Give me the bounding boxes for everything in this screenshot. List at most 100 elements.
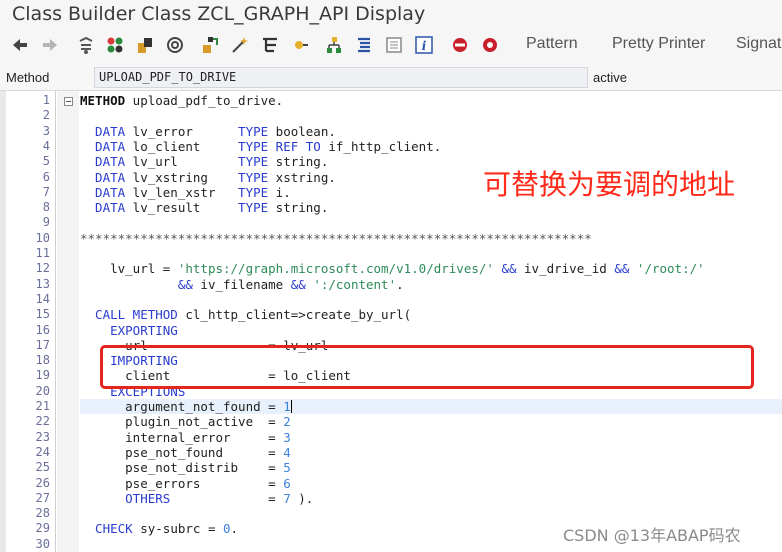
- signature-button[interactable]: Signat: [736, 35, 781, 53]
- code-line[interactable]: 27 OTHERS = 7 ).: [0, 491, 782, 506]
- code-line[interactable]: 22 plugin_not_active = 2: [0, 414, 782, 429]
- code-token: 3: [283, 429, 291, 445]
- line-number: 8: [42, 200, 50, 215]
- hierarchy-icon[interactable]: [324, 35, 344, 55]
- other-object-icon[interactable]: [76, 35, 96, 55]
- code-token: TYPE: [238, 123, 269, 139]
- url-highlight-box: [100, 345, 754, 389]
- code-token: iv_drive_id: [516, 261, 615, 277]
- code-line[interactable]: 28: [0, 506, 782, 521]
- code-token: argument_not_found =: [80, 399, 284, 414]
- code-token: &&: [493, 261, 517, 277]
- where-used-icon[interactable]: [260, 35, 280, 55]
- pattern-button[interactable]: Pattern: [526, 35, 578, 53]
- code-line[interactable]: 24 pse_not_found = 4: [0, 445, 782, 460]
- code-text: DATA lv_url TYPE string.: [80, 154, 328, 169]
- code-token: 'https://graph.microsoft.com/v1.0/drives…: [177, 261, 494, 277]
- line-number: 30: [35, 536, 50, 551]
- line-number: 9: [42, 215, 50, 230]
- code-line[interactable]: 25 pse_not_distrib = 5: [0, 460, 782, 475]
- code-token: boolean.: [268, 123, 336, 139]
- code-token: lv_url: [125, 154, 239, 170]
- code-line[interactable]: 12 lv_url = 'https://graph.microsoft.com…: [0, 261, 782, 276]
- method-label: Method: [6, 70, 50, 85]
- method-name-field[interactable]: UPLOAD_PDF_TO_DRIVE: [94, 67, 588, 88]
- code-token: pse_not_found =: [80, 444, 284, 460]
- document-icon[interactable]: [384, 35, 404, 55]
- code-line[interactable]: 16 EXPORTING: [0, 323, 782, 338]
- code-token: xstring.: [268, 169, 336, 185]
- settings-icon[interactable]: [480, 35, 500, 55]
- code-token: .: [396, 276, 404, 292]
- code-line[interactable]: 10 **************************************…: [0, 231, 782, 246]
- code-line[interactable]: 11: [0, 246, 782, 261]
- code-token: TYPE: [238, 154, 269, 170]
- back-arrow-icon[interactable]: [10, 35, 30, 55]
- line-number: 21: [35, 399, 50, 413]
- code-line[interactable]: 2: [0, 108, 782, 123]
- code-token: sy-subrc =: [132, 521, 223, 537]
- line-number: 13: [35, 276, 50, 291]
- line-number: 7: [42, 184, 50, 199]
- info-icon[interactable]: i: [414, 35, 434, 55]
- code-token: lv_xstring: [125, 169, 239, 185]
- code-text: internal_error = 3: [80, 430, 291, 445]
- code-text: DATA lv_error TYPE boolean.: [80, 124, 336, 139]
- line-number: 3: [42, 123, 50, 138]
- code-text: pse_errors = 6: [80, 476, 291, 491]
- line-number: 6: [42, 169, 50, 184]
- code-line[interactable]: 13 && iv_filename && ':/content'.: [0, 277, 782, 292]
- code-line[interactable]: 26 pse_errors = 6: [0, 476, 782, 491]
- object-list-icon[interactable]: [200, 35, 220, 55]
- code-token: ****************************************…: [80, 230, 592, 246]
- navigation-icon[interactable]: [290, 35, 310, 55]
- code-token: upload_pdf_to_drive.: [125, 93, 284, 108]
- code-text: DATA lv_result TYPE string.: [80, 200, 328, 215]
- code-token: TYPE REF TO: [238, 138, 321, 154]
- magic-wand-icon[interactable]: [230, 35, 250, 55]
- code-line[interactable]: 3 DATA lv_error TYPE boolean.: [0, 124, 782, 139]
- line-number: 19: [35, 368, 50, 383]
- list-icon[interactable]: [354, 35, 374, 55]
- check-icon[interactable]: [135, 35, 155, 55]
- activate-icon[interactable]: [105, 35, 125, 55]
- code-text: OTHERS = 7 ).: [80, 491, 313, 506]
- display-change-icon[interactable]: [165, 35, 185, 55]
- code-token: lo_client: [125, 138, 239, 154]
- code-line[interactable]: 4 DATA lo_client TYPE REF TO if_http_cli…: [0, 139, 782, 154]
- code-token: EXPORTING: [80, 322, 178, 338]
- method-bar: Method UPLOAD_PDF_TO_DRIVE active: [0, 62, 782, 90]
- code-token: DATA: [80, 169, 126, 185]
- forward-arrow-icon[interactable]: [40, 35, 60, 55]
- code-token: lv_url =: [80, 261, 178, 277]
- line-number: 22: [35, 414, 50, 429]
- code-text: METHOD upload_pdf_to_drive.: [80, 93, 283, 108]
- code-token: CALL METHOD: [80, 307, 178, 323]
- code-line[interactable]: 14: [0, 292, 782, 307]
- code-token: CHECK: [80, 521, 133, 537]
- code-text: DATA lo_client TYPE REF TO if_http_clien…: [80, 139, 441, 154]
- cancel-icon[interactable]: [450, 35, 470, 55]
- code-token: TYPE: [238, 200, 269, 216]
- code-line[interactable]: 23 internal_error = 3: [0, 430, 782, 445]
- pretty-printer-button[interactable]: Pretty Printer: [612, 35, 705, 53]
- line-number: 2: [42, 108, 50, 123]
- code-token: =: [170, 490, 284, 506]
- code-token: .: [230, 521, 239, 537]
- code-token: 2: [283, 414, 291, 430]
- code-token: plugin_not_active =: [80, 414, 284, 430]
- code-token: iv_filename: [192, 276, 291, 292]
- code-line[interactable]: 9: [0, 215, 782, 230]
- code-line[interactable]: 1 METHOD upload_pdf_to_drive.: [0, 93, 782, 108]
- code-line[interactable]: 21 argument_not_found = 1: [0, 399, 782, 415]
- code-text: CALL METHOD cl_http_client=>create_by_ur…: [80, 307, 411, 322]
- code-editor[interactable]: 1 METHOD upload_pdf_to_drive. 2 3 DATA lv_e…: [0, 90, 782, 552]
- code-token: 4: [283, 444, 291, 460]
- code-text: ****************************************…: [80, 231, 592, 246]
- code-text: plugin_not_active = 2: [80, 414, 291, 429]
- code-text: lv_url = 'https://graph.microsoft.com/v1…: [80, 261, 705, 276]
- code-line[interactable]: 15 CALL METHOD cl_http_client=>create_by…: [0, 307, 782, 322]
- code-token: lv_len_xstr: [125, 184, 239, 200]
- line-number: 15: [35, 307, 50, 322]
- code-text: pse_not_distrib = 5: [80, 460, 291, 475]
